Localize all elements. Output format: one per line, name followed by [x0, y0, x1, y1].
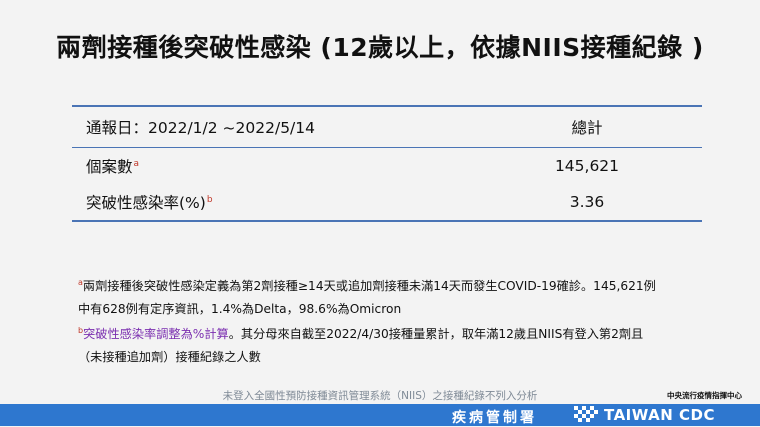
breakthrough-rate-label: 突破性感染率(%)b: [86, 194, 213, 212]
case-count-value: 145,621: [554, 157, 620, 175]
stats-table: 通報日：2022/1/2 ~2022/5/14 總計 個案數a 145,621 …: [72, 105, 702, 222]
table-header-row: 通報日：2022/1/2 ~2022/5/14 總計: [72, 107, 702, 148]
case-count-label: 個案數a: [86, 158, 140, 176]
cdc-english-name: TAIWAN CDC: [604, 406, 715, 424]
cdc-chinese-name: 疾病管制署: [452, 410, 537, 426]
niis-footnote: 未登入全國性預防接種資訊管理系統（NIIS）之接種紀錄不列入分析: [222, 390, 538, 402]
note-b: b突破性感染率調整為%計算。其分母來自截至2022/4/30接種量累計，取年滿1…: [78, 326, 644, 342]
total-header: 總計: [571, 119, 603, 137]
footnote-marker: a: [133, 158, 140, 169]
breakthrough-rate-value: 3.36: [569, 193, 605, 211]
command-center-label: 中央流行疫情指揮中心: [667, 391, 742, 400]
cdc-logo-icon: [574, 406, 598, 424]
note-b-cont: （未接種追加劑）接種紀錄之人數: [78, 349, 261, 364]
slide-title: 兩劑接種後突破性感染 (12歲以上，依據NIIS接種紀錄 ): [56, 33, 704, 62]
note-a-cont: 中有628例有定序資訊，1.4%為Delta，98.6%為Omicron: [78, 301, 402, 316]
footer-bar: 疾病管制署 TAIWAN CDC: [0, 404, 760, 426]
table-row: 個案數a 145,621: [72, 148, 702, 184]
table-row: 突破性感染率(%)b 3.36: [72, 184, 702, 220]
footnote-marker: b: [206, 194, 213, 205]
report-date-range: 通報日：2022/1/2 ~2022/5/14: [86, 119, 316, 137]
note-a: a兩劑接種後突破性感染定義為第2劑接種≥14天或追加劑接種未滿14天而發生COV…: [78, 278, 656, 294]
note-b-highlight: 突破性感染率調整為%計算: [83, 327, 229, 342]
notes-block: a兩劑接種後突破性感染定義為第2劑接種≥14天或追加劑接種未滿14天而發生COV…: [78, 272, 718, 368]
